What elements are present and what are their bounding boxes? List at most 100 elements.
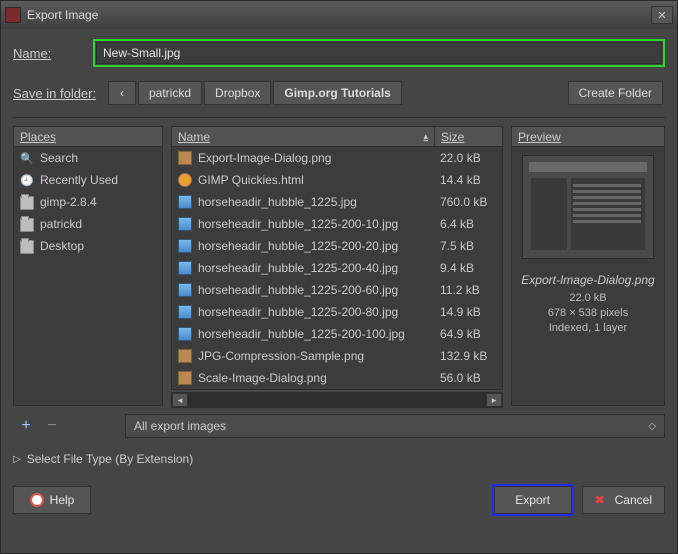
export-button[interactable]: Export [494, 486, 572, 514]
file-name: horseheadir_hubble_1225-200-100.jpg [198, 327, 434, 341]
file-name: horseheadir_hubble_1225-200-10.jpg [198, 217, 434, 231]
breadcrumb-dropbox[interactable]: Dropbox [204, 81, 271, 105]
file-size: 7.5 kB [434, 239, 496, 253]
file-row[interactable]: horseheadir_hubble_1225-200-100.jpg64.9 … [172, 323, 502, 345]
export-highlight: Export [492, 484, 574, 516]
file-filter-label: All export images [134, 419, 226, 433]
preview-header: Preview [512, 127, 664, 147]
places-item-label: Recently Used [40, 173, 118, 187]
file-name: JPG-Compression-Sample.png [198, 349, 434, 363]
file-html-icon [178, 173, 192, 187]
folder-icon [20, 196, 34, 210]
places-item-label: gimp-2.8.4 [40, 195, 97, 209]
preview-meta: 22.0 kB 678 × 538 pixels Indexed, 1 laye… [548, 291, 628, 336]
file-name: horseheadir_hubble_1225-200-20.jpg [198, 239, 434, 253]
column-name[interactable]: Name ▴ [172, 130, 434, 144]
recent-icon [20, 173, 34, 187]
file-jpg-icon [178, 195, 192, 209]
file-row[interactable]: GIMP Quickies.html14.4 kB [172, 169, 502, 191]
file-size: 56.0 kB [434, 371, 496, 385]
add-bookmark-button[interactable]: + [13, 415, 39, 437]
places-item-label: Desktop [40, 239, 84, 253]
name-highlight [93, 39, 665, 67]
file-row[interactable]: horseheadir_hubble_1225-200-10.jpg6.4 kB [172, 213, 502, 235]
file-size: 132.9 kB [434, 349, 496, 363]
name-label: Name: [13, 46, 93, 61]
places-item-label: Search [40, 151, 78, 165]
column-size[interactable]: Size [434, 127, 502, 146]
file-png-icon [178, 151, 192, 165]
file-row[interactable]: horseheadir_hubble_1225-200-60.jpg11.2 k… [172, 279, 502, 301]
file-name: Scale-Image-Dialog.png [198, 371, 434, 385]
file-row[interactable]: Export-Image-Dialog.png22.0 kB [172, 147, 502, 169]
places-item[interactable]: patrickd [14, 213, 162, 235]
file-name: GIMP Quickies.html [198, 173, 434, 187]
file-name: horseheadir_hubble_1225-200-80.jpg [198, 305, 434, 319]
preview-thumbnail [522, 155, 654, 259]
dropdown-icon: ◇ [648, 421, 656, 432]
create-folder-button[interactable]: Create Folder [568, 81, 663, 105]
folder-icon [20, 218, 34, 232]
file-png-icon [178, 349, 192, 363]
select-file-type-expander[interactable]: ▷ Select File Type (By Extension) [13, 452, 665, 466]
folder-icon [20, 240, 34, 254]
file-size: 760.0 kB [434, 195, 496, 209]
files-header: Name ▴ Size [172, 127, 502, 147]
file-row[interactable]: horseheadir_hubble_1225.jpg760.0 kB [172, 191, 502, 213]
folder-label: Save in folder: [13, 86, 108, 101]
file-jpg-icon [178, 327, 192, 341]
file-size: 14.4 kB [434, 173, 496, 187]
places-item[interactable]: Desktop [14, 235, 162, 257]
places-item[interactable]: Recently Used [14, 169, 162, 191]
file-jpg-icon [178, 239, 192, 253]
cancel-icon [595, 493, 609, 507]
file-size: 64.9 kB [434, 327, 496, 341]
breadcrumb-patrickd[interactable]: patrickd [138, 81, 202, 105]
expander-icon: ▷ [13, 454, 21, 465]
help-icon [30, 493, 44, 507]
places-header[interactable]: Places [14, 127, 162, 147]
search-icon [20, 151, 34, 165]
titlebar: Export Image ✕ [1, 1, 677, 29]
file-row[interactable]: Scale-Image-Dialog.png56.0 kB [172, 367, 502, 389]
file-row[interactable]: horseheadir_hubble_1225-200-40.jpg9.4 kB [172, 257, 502, 279]
file-name: Export-Image-Dialog.png [198, 151, 434, 165]
file-row[interactable]: JPG-Compression-Sample.png132.9 kB [172, 345, 502, 367]
file-name: horseheadir_hubble_1225-200-40.jpg [198, 261, 434, 275]
file-name: horseheadir_hubble_1225.jpg [198, 195, 434, 209]
scroll-right-icon[interactable]: ▸ [486, 393, 502, 407]
file-size: 14.9 kB [434, 305, 496, 319]
file-jpg-icon [178, 283, 192, 297]
scroll-left-icon[interactable]: ◂ [172, 393, 188, 407]
file-filter-dropdown[interactable]: All export images ◇ [125, 414, 665, 438]
places-item[interactable]: Search [14, 147, 162, 169]
close-button[interactable]: ✕ [651, 6, 673, 24]
app-icon [5, 7, 21, 23]
file-row[interactable]: horseheadir_hubble_1225-200-80.jpg14.9 k… [172, 301, 502, 323]
sort-indicator-icon: ▴ [423, 131, 428, 142]
file-jpg-icon [178, 261, 192, 275]
window-title: Export Image [27, 8, 98, 22]
file-size: 22.0 kB [434, 151, 496, 165]
preview-body: Export-Image-Dialog.png 22.0 kB 678 × 53… [512, 147, 664, 405]
divider [13, 117, 665, 118]
cancel-button[interactable]: Cancel [582, 486, 665, 514]
filename-input[interactable] [96, 42, 662, 64]
breadcrumb-gimp-org-tutorials[interactable]: Gimp.org Tutorials [273, 81, 401, 105]
file-jpg-icon [178, 217, 192, 231]
places-item-label: patrickd [40, 217, 82, 231]
file-row[interactable]: horseheadir_hubble_1225-200-20.jpg7.5 kB [172, 235, 502, 257]
preview-filename: Export-Image-Dialog.png [521, 273, 654, 287]
breadcrumb-back-button[interactable]: ‹ [108, 81, 136, 105]
remove-bookmark-button[interactable]: − [39, 415, 65, 437]
file-size: 11.2 kB [434, 283, 496, 297]
help-button[interactable]: Help [13, 486, 91, 514]
file-size: 9.4 kB [434, 261, 496, 275]
file-jpg-icon [178, 305, 192, 319]
file-name: horseheadir_hubble_1225-200-60.jpg [198, 283, 434, 297]
export-dialog: Export Image ✕ Name: Save in folder: ‹ p… [0, 0, 678, 554]
file-png-icon [178, 371, 192, 385]
places-item[interactable]: gimp-2.8.4 [14, 191, 162, 213]
file-size: 6.4 kB [434, 217, 496, 231]
horizontal-scrollbar[interactable]: ◂ ▸ [171, 392, 503, 408]
